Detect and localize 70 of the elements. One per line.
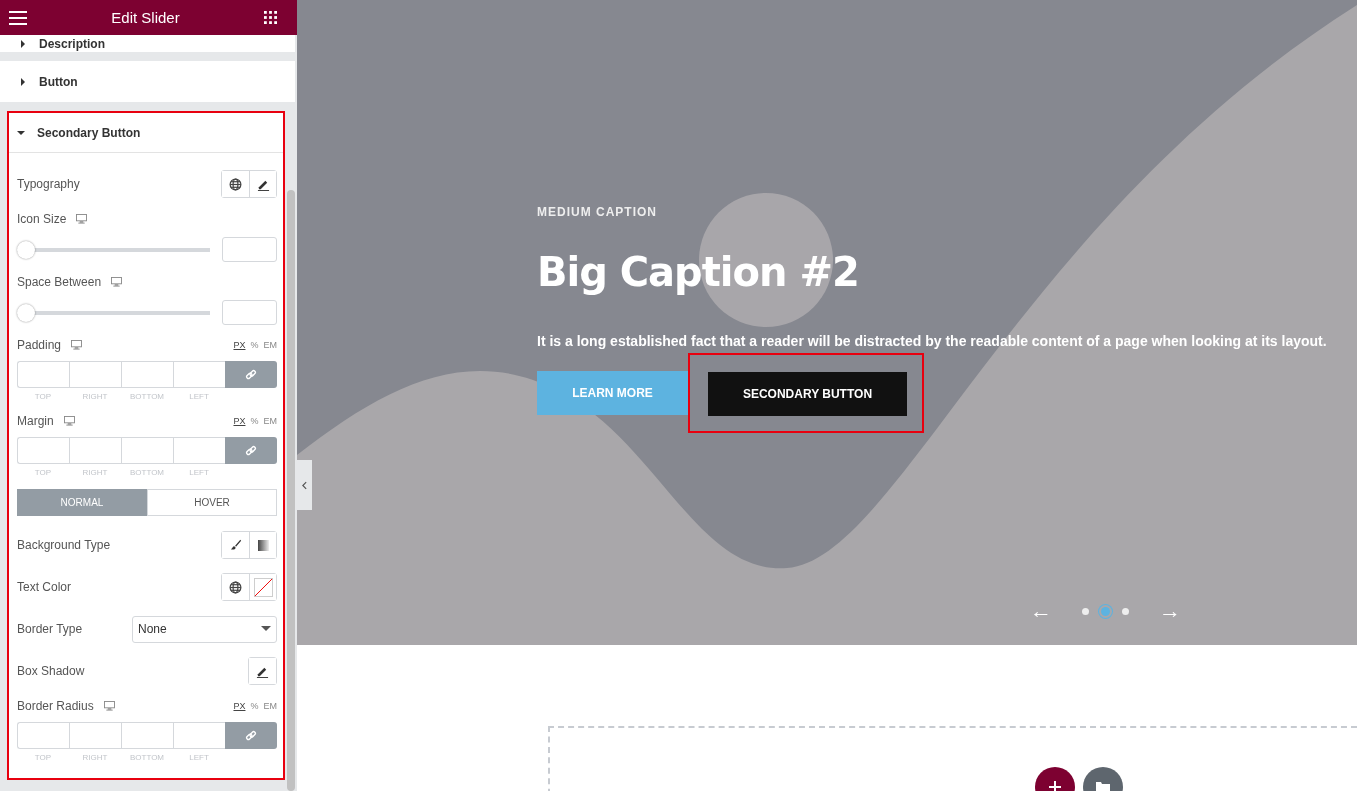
unit-option[interactable]: % [250,416,259,426]
dimension-input[interactable] [17,722,69,749]
link-icon[interactable] [225,361,277,388]
chevron-icon [302,480,307,490]
next-slide-button[interactable]: → [1159,598,1181,624]
dimension-input[interactable] [173,722,225,749]
previous-slide-button[interactable]: ← [1030,598,1052,624]
gradient-icon[interactable] [249,532,276,558]
slider-thumb[interactable] [17,303,35,322]
control-label: Space Between [17,275,102,289]
panel-title: Edit Slider [111,9,180,26]
unit-option[interactable]: % [250,701,259,711]
scrollbar[interactable] [287,190,295,791]
unit-option[interactable]: EM [263,416,277,426]
dimension-input[interactable] [69,722,121,749]
unit-option[interactable]: % [250,340,259,350]
control-label: Border Type [17,622,83,636]
state-tab[interactable]: HOVER [147,489,277,516]
control-label: Background Type [17,538,111,552]
slide-title: Big Caption #2 [537,249,860,295]
number-input[interactable] [222,237,277,262]
dimension-input[interactable] [69,437,121,464]
number-input[interactable] [222,300,277,325]
slide-dot[interactable] [1122,607,1129,615]
caret-icon [19,77,27,86]
control-label: Icon Size [17,212,67,226]
slide-text: It is a long established fact that a reader will be distracted by the readable content of a page when looking at its layout. [537,333,1328,349]
dimension-input[interactable] [173,361,225,388]
dimension-input[interactable] [17,437,69,464]
control-label: Border Radius [17,699,94,713]
side-label: BOTTOM [128,468,166,477]
grid-icon[interactable] [264,11,277,24]
dimension-input[interactable] [121,722,173,749]
dimension-input[interactable] [121,361,173,388]
unit-option[interactable]: EM [263,340,277,350]
unit-option[interactable]: PX [233,416,246,426]
slide-button[interactable]: SECONDARY BUTTON [708,371,907,416]
link-icon[interactable] [225,722,277,749]
pencil-icon[interactable] [249,658,276,684]
caret-icon [17,128,25,137]
pencil-icon[interactable] [249,171,276,197]
control-label: Typography [17,177,80,191]
side-label: BOTTOM [128,753,166,762]
unit-option[interactable]: EM [263,701,277,711]
menu-icon[interactable] [9,10,27,25]
collapse-panel-button[interactable] [297,460,312,510]
dimension-input[interactable] [173,437,225,464]
unit-option[interactable]: PX [233,340,246,350]
side-label: BOTTOM [128,392,166,401]
folder-icon [1095,781,1110,791]
color-swatch[interactable] [249,574,276,600]
slide-dot[interactable] [1082,607,1089,615]
control-label: Margin [17,414,54,428]
control-label: Padding [17,338,62,352]
control-label: Box Shadow [17,664,85,678]
dimension-input[interactable] [69,361,121,388]
dimension-input[interactable] [121,437,173,464]
slide-subtitle: MEDIUM CAPTION [537,205,658,219]
unit-option[interactable]: PX [233,701,246,711]
state-tab[interactable]: NORMAL [17,489,147,516]
dimension-input[interactable] [17,361,69,388]
slider-thumb[interactable] [17,240,35,259]
link-icon[interactable] [225,437,277,464]
slide-button[interactable]: LEARN MORE [537,371,688,415]
caret-icon [261,626,271,632]
caret-icon [19,39,27,48]
plus-icon [1047,780,1062,791]
slide-dot[interactable] [1101,606,1110,616]
select-field[interactable]: None [132,615,277,643]
control-label: Text Color [17,580,72,594]
